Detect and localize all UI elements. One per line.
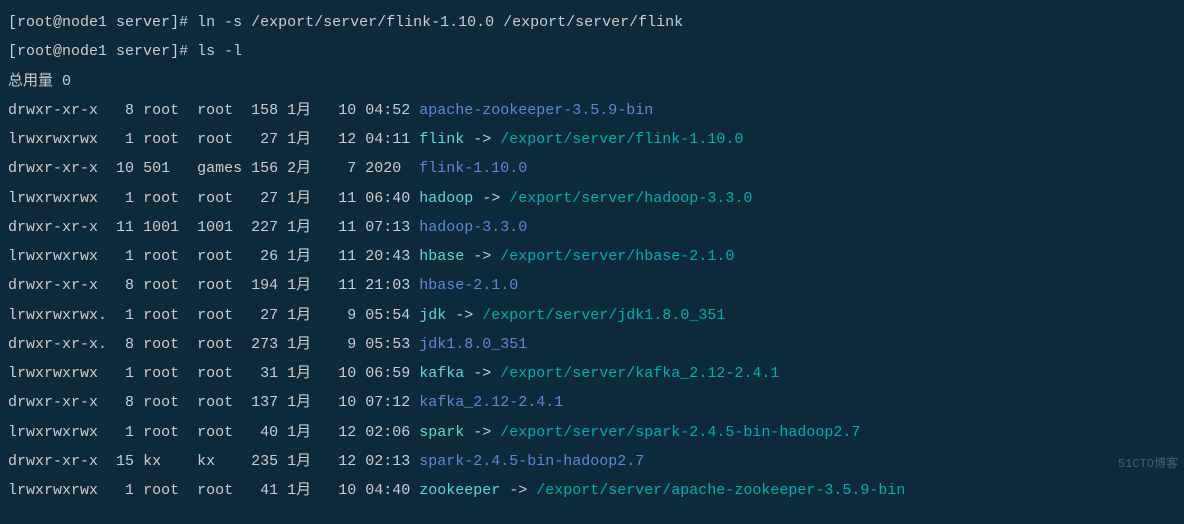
file-entry: drwxr-xr-x 8 root root 137 1月 10 07:12 k… [8,388,1176,417]
symlink-target: /export/server/hadoop-3.3.0 [509,190,752,207]
file-name: jdk1.8.0_351 [419,336,527,353]
watermark: 51CTO博客 [1118,453,1178,476]
command-line: [root@node1 server]# ls -l [8,37,1176,66]
file-entry: lrwxrwxrwx 1 root root 27 1月 11 06:40 ha… [8,184,1176,213]
symlink-target: /export/server/jdk1.8.0_351 [482,307,725,324]
file-name: jdk [419,307,446,324]
file-entry: lrwxrwxrwx 1 root root 27 1月 12 04:11 fl… [8,125,1176,154]
file-name: hadoop [419,190,473,207]
total-line: 总用量 0 [8,67,1176,96]
symlink-target: /export/server/spark-2.4.5-bin-hadoop2.7 [500,424,860,441]
file-entry: drwxr-xr-x 11 1001 1001 227 1月 11 07:13 … [8,213,1176,242]
file-name: hbase-2.1.0 [419,277,518,294]
file-name: zookeeper [419,482,500,499]
file-name: flink [419,131,464,148]
file-name: flink-1.10.0 [419,160,527,177]
file-entry: drwxr-xr-x 8 root root 158 1月 10 04:52 a… [8,96,1176,125]
command-line: [root@node1 server]# ln -s /export/serve… [8,8,1176,37]
file-entry: drwxr-xr-x 8 root root 194 1月 11 21:03 h… [8,271,1176,300]
symlink-target: /export/server/flink-1.10.0 [500,131,743,148]
file-entry: lrwxrwxrwx 1 root root 41 1月 10 04:40 zo… [8,476,1176,505]
file-entry: drwxr-xr-x 15 kx kx 235 1月 12 02:13 spar… [8,447,1176,476]
file-name: kafka [419,365,464,382]
terminal-output[interactable]: [root@node1 server]# ln -s /export/serve… [8,8,1176,505]
file-entry: lrwxrwxrwx 1 root root 26 1月 11 20:43 hb… [8,242,1176,271]
symlink-target: /export/server/apache-zookeeper-3.5.9-bi… [536,482,905,499]
file-name: hadoop-3.3.0 [419,219,527,236]
file-entry: lrwxrwxrwx 1 root root 31 1月 10 06:59 ka… [8,359,1176,388]
symlink-target: /export/server/hbase-2.1.0 [500,248,734,265]
file-entry: lrwxrwxrwx. 1 root root 27 1月 9 05:54 jd… [8,301,1176,330]
file-name: spark [419,424,464,441]
symlink-target: /export/server/kafka_2.12-2.4.1 [500,365,779,382]
file-name: spark-2.4.5-bin-hadoop2.7 [419,453,644,470]
file-name: kafka_2.12-2.4.1 [419,394,563,411]
file-entry: drwxr-xr-x 10 501 games 156 2月 7 2020 fl… [8,154,1176,183]
file-entry: drwxr-xr-x. 8 root root 273 1月 9 05:53 j… [8,330,1176,359]
file-name: hbase [419,248,464,265]
file-name: apache-zookeeper-3.5.9-bin [419,102,653,119]
file-entry: lrwxrwxrwx 1 root root 40 1月 12 02:06 sp… [8,418,1176,447]
